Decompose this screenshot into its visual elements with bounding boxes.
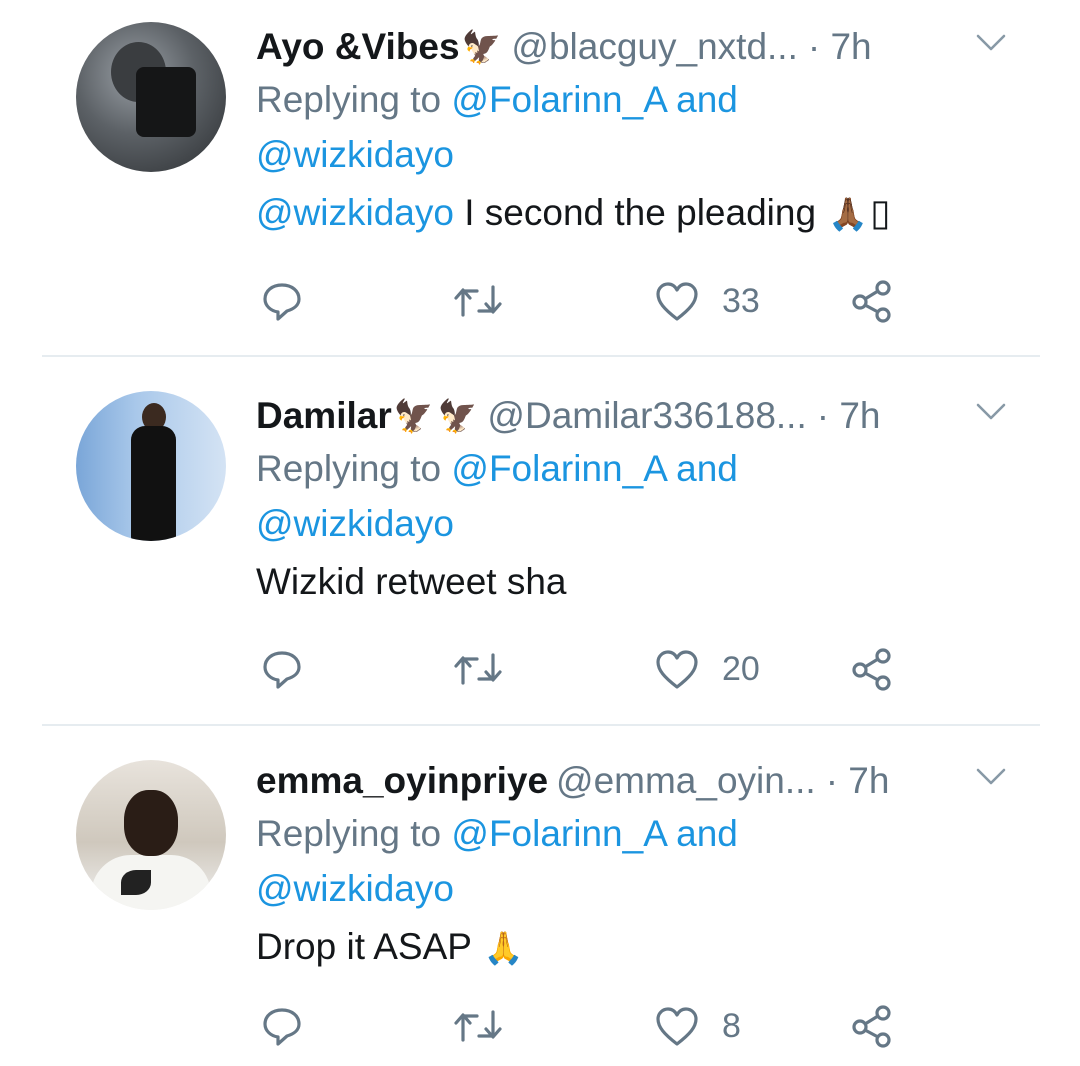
reply-and[interactable]: and: [676, 813, 738, 854]
avatar-figure-head: [124, 790, 178, 856]
body-text: Drop it ASAP: [256, 926, 482, 967]
avatar[interactable]: [76, 391, 226, 541]
body-text: Wizkid retweet sha: [256, 561, 567, 602]
share-icon: [850, 1004, 896, 1048]
heart-icon: [654, 1005, 700, 1047]
timestamp[interactable]: · 7h: [826, 756, 890, 806]
tweet-header: Ayo &Vibes 🦅 @blacguy_nxtd... · 7h: [256, 22, 1016, 72]
tweet-text: @wizkidayo I second the pleading 🙏🏾▯: [256, 184, 1016, 243]
replying-to: Replying to @Folarinn_A and: [256, 806, 1016, 861]
like-button[interactable]: 8: [654, 1001, 741, 1051]
reply-button[interactable]: [260, 644, 304, 694]
timestamp[interactable]: · 7h: [808, 22, 872, 72]
share-button[interactable]: [850, 644, 896, 694]
replying-to-cont: @wizkidayo: [256, 861, 1016, 916]
unsupported-glyph: ▯: [870, 192, 891, 233]
reply-mention[interactable]: @wizkidayo: [256, 868, 454, 909]
heart-icon: [654, 648, 700, 690]
retweet-icon: [452, 649, 504, 689]
avatar-figure-phone: [136, 67, 196, 137]
heart-icon: [654, 280, 700, 322]
avatar-figure-body: [131, 426, 176, 541]
tweet-actions: 33: [256, 276, 916, 326]
replying-prefix: Replying to: [256, 79, 442, 120]
tweet-actions: 20: [256, 644, 916, 694]
tweet-item[interactable]: emma_oyinpriye @emma_oyin... · 7h Replyi…: [0, 726, 1080, 1066]
retweet-icon: [452, 281, 504, 321]
avatar-figure-pattern: [121, 870, 151, 895]
display-name[interactable]: emma_oyinpriye: [256, 756, 548, 806]
retweet-button[interactable]: [452, 276, 504, 326]
tweet-header: Damilar 🦅 🦅 @Damilar336188... · 7h: [256, 391, 1016, 441]
reply-mention[interactable]: @Folarinn_A: [451, 813, 665, 854]
chevron-down-icon[interactable]: [976, 32, 1006, 54]
share-icon: [850, 647, 896, 691]
reply-mention[interactable]: @Folarinn_A: [451, 448, 665, 489]
avatar-figure-shirt: [91, 855, 211, 910]
like-count: 20: [722, 649, 760, 688]
user-handle[interactable]: @emma_oyin...: [556, 756, 816, 806]
reply-feed: Ayo &Vibes 🦅 @blacguy_nxtd... · 7h Reply…: [0, 0, 1080, 1066]
replying-to-cont: @wizkidayo: [256, 127, 1016, 182]
retweet-icon: [452, 1006, 504, 1046]
reply-button[interactable]: [260, 1001, 304, 1051]
user-handle[interactable]: @blacguy_nxtd...: [511, 22, 797, 72]
eagle-emoji: 🦅: [437, 398, 478, 434]
like-count: 33: [722, 281, 760, 320]
eagle-emoji: 🦅: [393, 398, 434, 434]
tweet-content: Damilar 🦅 🦅 @Damilar336188... · 7h Reply…: [256, 391, 1016, 611]
share-button[interactable]: [850, 1001, 896, 1051]
reply-icon: [260, 279, 304, 323]
retweet-button[interactable]: [452, 644, 504, 694]
body-text: I second the pleading: [453, 192, 827, 233]
tweet-text: Drop it ASAP 🙏: [256, 918, 1016, 977]
tweet-content: emma_oyinpriye @emma_oyin... · 7h Replyi…: [256, 756, 1016, 977]
folded-hands-emoji: 🙏🏾: [828, 196, 869, 232]
reply-icon: [260, 1004, 304, 1048]
eagle-emoji: 🦅: [461, 29, 502, 65]
avatar[interactable]: [76, 22, 226, 172]
folded-hands-emoji: 🙏: [483, 930, 524, 966]
share-icon: [850, 279, 896, 323]
replying-prefix: Replying to: [256, 813, 442, 854]
tweet-header: emma_oyinpriye @emma_oyin... · 7h: [256, 756, 1016, 806]
like-button[interactable]: 33: [654, 276, 760, 326]
reply-mention[interactable]: @Folarinn_A: [451, 79, 665, 120]
tweet-text: Wizkid retweet sha: [256, 553, 1016, 611]
display-name[interactable]: Ayo &Vibes: [256, 22, 460, 72]
reply-and[interactable]: and: [676, 448, 738, 489]
reply-button[interactable]: [260, 276, 304, 326]
tweet-item[interactable]: Damilar 🦅 🦅 @Damilar336188... · 7h Reply…: [0, 357, 1080, 725]
replying-to: Replying to @Folarinn_A and: [256, 72, 1016, 127]
replying-to: Replying to @Folarinn_A and: [256, 441, 1016, 496]
timestamp[interactable]: · 7h: [817, 391, 881, 441]
reply-and[interactable]: and: [676, 79, 738, 120]
tweet-content: Ayo &Vibes 🦅 @blacguy_nxtd... · 7h Reply…: [256, 22, 1016, 243]
chevron-down-icon[interactable]: [976, 766, 1006, 788]
tweet-item[interactable]: Ayo &Vibes 🦅 @blacguy_nxtd... · 7h Reply…: [0, 0, 1080, 356]
chevron-down-icon[interactable]: [976, 401, 1006, 423]
tweet-actions: 8: [256, 1001, 916, 1051]
avatar[interactable]: [76, 760, 226, 910]
retweet-button[interactable]: [452, 1001, 504, 1051]
like-button[interactable]: 20: [654, 644, 760, 694]
reply-mention[interactable]: @wizkidayo: [256, 503, 454, 544]
display-name[interactable]: Damilar: [256, 391, 392, 441]
body-mention[interactable]: @wizkidayo: [256, 192, 454, 233]
like-count: 8: [722, 1006, 741, 1045]
user-handle[interactable]: @Damilar336188...: [487, 391, 806, 441]
replying-prefix: Replying to: [256, 448, 442, 489]
share-button[interactable]: [850, 276, 896, 326]
reply-mention[interactable]: @wizkidayo: [256, 134, 454, 175]
replying-to-cont: @wizkidayo: [256, 496, 1016, 551]
reply-icon: [260, 647, 304, 691]
